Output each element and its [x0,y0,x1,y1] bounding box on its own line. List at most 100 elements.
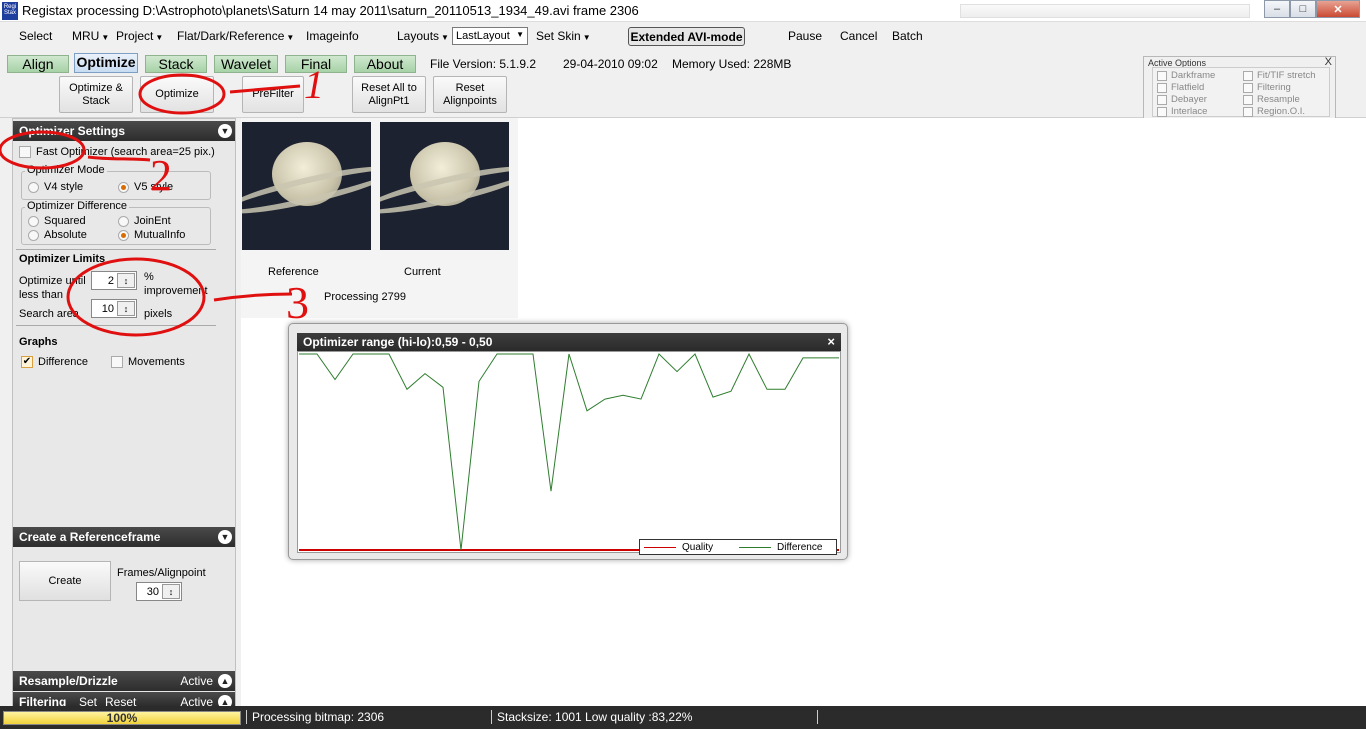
menu-imageinfo[interactable]: Imageinfo [306,29,359,43]
expand-chevron-icon[interactable]: ▲ [218,695,232,706]
optimize-until-label: Optimize until [19,275,86,287]
tab-stack[interactable]: Stack [145,55,207,73]
radio-v5-label: V5 style [134,181,174,193]
prefilter-button[interactable]: PreFilter [242,76,304,113]
stepper-arrows-icon[interactable]: ↕ [117,301,135,316]
difference-checkbox-label: Difference [38,356,88,368]
difference-checkbox[interactable]: ✔ Difference [21,356,88,368]
chart-legend: Quality Difference [639,539,837,555]
chevron-down-icon: ▼ [441,33,449,42]
optimize-button[interactable]: Optimize [140,76,214,113]
preview-panel: Reference Current Processing 2799 [241,118,518,318]
chevron-down-icon: ▼ [155,33,164,42]
registax-app-icon: Regi Stax [2,2,18,20]
tab-about[interactable]: About [354,55,416,73]
series-line-difference [299,352,839,551]
create-reference-button[interactable]: Create [19,561,111,601]
legend-difference-label: Difference [777,542,823,553]
reset-all-button[interactable]: Reset All to AlignPt1 [352,76,426,113]
reference-frame-title: Create a Referenceframe [19,530,161,544]
expand-chevron-icon[interactable]: ▲ [218,674,232,688]
optimizer-range-title: Optimizer range (hi-lo):0,59 - 0,50 [303,335,493,349]
menu-flat-dark-reference[interactable]: Flat/Dark/Reference ▼ [177,29,294,43]
menu-project-label: Project [116,29,154,43]
optimize-stack-button[interactable]: Optimize & Stack [59,76,133,113]
radio-icon [118,215,129,227]
menu-project[interactable]: Project ▼ [116,29,163,43]
extended-avi-mode-button[interactable]: Extended AVI-mode [628,27,745,46]
active-options-panel: Active Options X Darkframe Flatfield Deb… [1143,56,1336,120]
cancel-button[interactable]: Cancel [840,29,877,43]
progress-text: 100% [106,711,138,725]
fast-optimizer-checkbox[interactable]: Fast Optimizer (search area=25 pix.) [19,146,215,158]
menu-set-skin-label: Set Skin [536,29,581,43]
reset-alignpoints-button[interactable]: Reset Alignpoints [433,76,507,113]
filtering-reset-button[interactable]: Reset [105,695,136,706]
tab-optimize[interactable]: Optimize [74,53,138,73]
radio-mutualinfo[interactable]: MutualInfo [118,229,185,241]
checkbox-icon [1157,70,1167,81]
filtering-title: Filtering [19,695,67,706]
radio-icon [28,215,39,227]
radio-v5-style[interactable]: V5 style [118,181,173,193]
optimizer-range-window[interactable]: Optimizer range (hi-lo):0,59 - 0,50 × Qu… [288,323,848,560]
optimizer-chart [299,352,839,551]
percent-label: % [144,271,154,283]
file-version: File Version: 5.1.9.2 [430,57,537,71]
optimizer-range-titlebar[interactable]: Optimizer range (hi-lo):0,59 - 0,50 × [297,333,841,351]
option-filtering-label: Filtering [1257,82,1291,93]
stepper-arrows-icon[interactable]: ↕ [117,273,135,288]
optimize-until-stepper[interactable]: 2 ↕ [91,271,137,290]
dropdown-arrow-icon: ▼ [516,30,524,39]
batch-button[interactable]: Batch [892,29,923,43]
option-interlace-label: Interlace [1171,106,1208,117]
collapse-chevron-icon[interactable]: ▼ [218,530,232,544]
menu-set-skin[interactable]: Set Skin ▼ [536,29,591,43]
filtering-header[interactable]: Filtering Set Reset Active ▲ [13,692,235,706]
layout-select[interactable]: LastLayout ▼ [452,27,528,45]
optimizer-settings-header[interactable]: Optimizer Settings ▼ [13,121,235,141]
title-bar: Regi Stax Registax processing D:\Astroph… [0,0,1366,22]
checkbox-icon [19,146,31,158]
resample-drizzle-header[interactable]: Resample/Drizzle Active ▲ [13,671,235,691]
pause-button[interactable]: Pause [788,29,822,43]
radio-v4-style[interactable]: V4 style [28,181,83,193]
option-interlace: Interlace [1157,106,1207,117]
movements-checkbox-label: Movements [128,356,185,368]
collapse-chevron-icon[interactable]: ▼ [218,124,232,138]
tab-final[interactable]: Final [285,55,347,73]
window-title: Registax processing D:\Astrophoto\planet… [22,3,639,18]
close-icon[interactable]: ✕ [1316,0,1360,18]
stepper-arrows-icon[interactable]: ↕ [162,584,180,599]
checkbox-icon [1243,106,1253,117]
radio-absolute[interactable]: Absolute [28,229,87,241]
menu-select[interactable]: Select [19,29,52,43]
radio-selected-icon [118,181,129,193]
radio-v4-label: V4 style [44,181,84,193]
frames-alignpoint-stepper[interactable]: 30 ↕ [136,582,182,601]
optimizer-difference-group: Optimizer Difference Squared JoinEnt Abs… [21,200,211,245]
current-label: Current [404,266,441,278]
movements-checkbox[interactable]: Movements [111,356,185,368]
radio-joinent[interactable]: JoinEnt [118,215,171,227]
legend-swatch-difference [739,547,771,548]
tab-align[interactable]: Align [7,55,69,73]
left-settings-panel: Optimizer Settings ▼ Fast Optimizer (sea… [12,118,236,706]
option-filtering: Filtering [1243,82,1291,93]
chevron-down-icon: ▼ [582,33,591,42]
option-region: Region.O.I. [1243,106,1305,117]
legend-quality-label: Quality [682,542,714,553]
maximize-icon[interactable]: □ [1290,0,1316,18]
chevron-down-icon: ▼ [101,33,110,42]
status-separator [246,710,247,724]
close-icon[interactable]: × [827,334,835,349]
menu-layouts[interactable]: Layouts ▼ [397,29,449,43]
optimizer-mode-label: Optimizer Mode [25,164,107,176]
filtering-set-button[interactable]: Set [79,695,97,706]
tab-wavelet[interactable]: Wavelet [214,55,278,73]
minimize-icon[interactable]: – [1264,0,1290,18]
menu-mru[interactable]: MRU ▼ [72,29,109,43]
reference-frame-header[interactable]: Create a Referenceframe ▼ [13,527,235,547]
search-area-stepper[interactable]: 10 ↕ [91,299,137,318]
radio-squared[interactable]: Squared [28,215,86,227]
